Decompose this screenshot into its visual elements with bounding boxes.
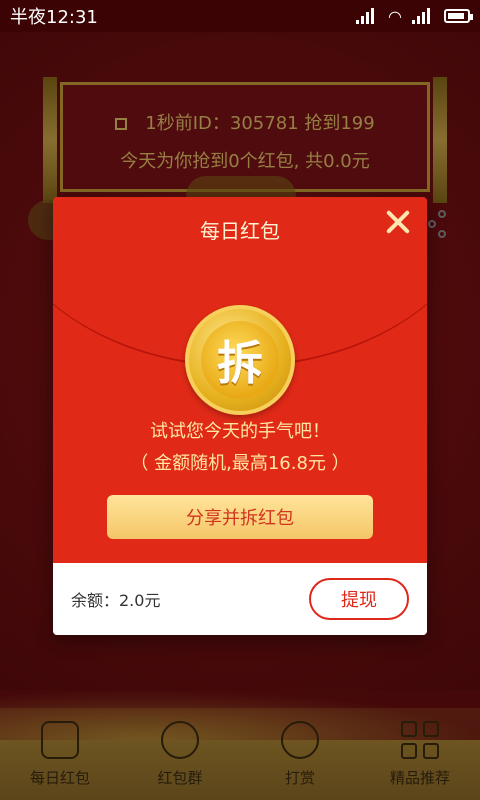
balance-text: 余额：2.0元 [71, 591, 161, 610]
status-time: 半夜12:31 [10, 7, 98, 28]
open-coin-button[interactable]: 拆 [185, 305, 295, 415]
status-icons: ◠ [356, 6, 473, 26]
battery-icon [444, 9, 473, 23]
dialog-title: 每日红包 [200, 219, 280, 243]
share-and-open-button[interactable]: 分享并拆红包 [107, 495, 373, 539]
coin-label: 拆 [201, 321, 279, 399]
dialog-footer: 余额：2.0元 提现 [53, 563, 427, 635]
status-bar: 半夜12:31 ◠ [0, 0, 480, 32]
dialog-subtitle: （ 金额随机,最高16.8元 ） [130, 453, 350, 474]
withdraw-button[interactable]: 提现 [309, 578, 409, 620]
wifi-icon: ◠ [388, 6, 402, 26]
dialog-message: 试试您今天的手气吧！ [150, 421, 330, 442]
redpacket-dialog: 每日红包 拆 试试您今天的手气吧！ （ 金额随机,最高16.8元 ） 分享并拆红… [53, 197, 427, 635]
cell-signal-icon [412, 8, 434, 24]
dual-signal-icon [356, 8, 378, 24]
close-button[interactable] [383, 207, 413, 237]
